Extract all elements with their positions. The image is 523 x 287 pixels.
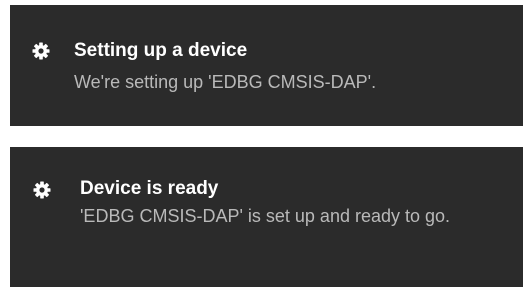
notification-title: Setting up a device <box>74 40 248 61</box>
notification-toast-setting-up[interactable]: Setting up a device We're setting up 'ED… <box>10 5 523 126</box>
gear-icon <box>32 180 52 200</box>
notification-body: 'EDBG CMSIS-DAP' is set up and ready to … <box>80 206 451 226</box>
notification-title: Device is ready <box>80 178 219 199</box>
notification-body: We're setting up 'EDBG CMSIS-DAP'. <box>74 72 377 92</box>
gear-icon <box>31 41 51 61</box>
notification-toast-device-ready[interactable]: Device is ready 'EDBG CMSIS-DAP' is set … <box>10 147 523 287</box>
